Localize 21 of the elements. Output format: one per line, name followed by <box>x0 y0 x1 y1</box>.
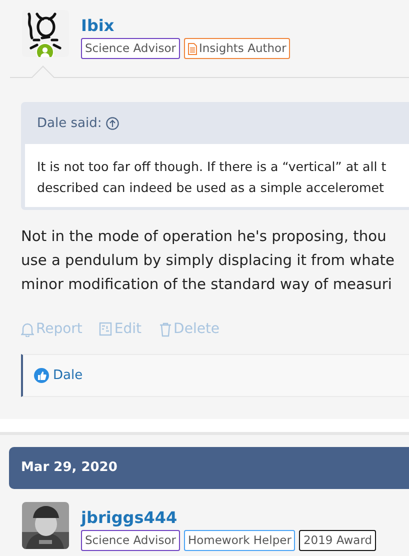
reaction-user-link[interactable]: Dale <box>34 366 83 385</box>
jump-to-post-icon[interactable] <box>106 117 119 130</box>
like-icon <box>34 368 49 383</box>
user-title-badge: 2019 Award <box>299 530 376 550</box>
trash-icon <box>158 322 172 336</box>
user-title-badge: Insights Author <box>184 38 290 59</box>
bell-icon <box>21 322 34 336</box>
quote-author: Dale said: <box>37 115 102 133</box>
post-text-line: use a pendulum by simply displacing it from whate <box>21 250 396 270</box>
edit-icon <box>99 322 112 336</box>
username-link[interactable]: Ibix <box>81 16 114 36</box>
quote-text-line: described can indeed be used as a simple acceleromet <box>37 178 385 197</box>
quote-text-line: It is not too far off though. If there is a “vertical” at all t <box>37 158 388 176</box>
date-bar: Mar 29, 2020 <box>9 447 409 488</box>
user-title-badge: Science Advisor <box>81 530 180 550</box>
user-title-badge: Homework Helper <box>184 530 296 550</box>
document-icon <box>188 42 197 54</box>
user-title-badge: Science Advisor <box>81 38 180 59</box>
username-link[interactable]: jbriggs444 <box>81 508 178 528</box>
post-text-line: Not in the mode of operation he's proposing, thou <box>21 226 388 246</box>
post-text-line: minor modification of the standard way of measuri <box>21 274 393 294</box>
